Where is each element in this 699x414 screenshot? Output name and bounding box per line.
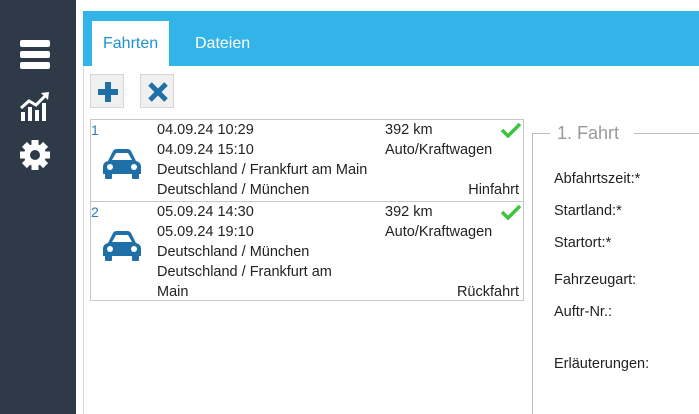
trip-vehicle: Auto/Kraftwagen xyxy=(385,224,493,240)
fieldset-border xyxy=(532,133,533,414)
fieldset-border xyxy=(532,133,550,134)
add-trip-button[interactable] xyxy=(90,74,124,108)
trip-depart: 05.09.24 14:30 xyxy=(157,204,254,220)
trip-distance: 392 km xyxy=(385,122,433,138)
trip-number: 1 xyxy=(91,122,99,138)
x-icon xyxy=(148,82,168,102)
trip-vehicle: Auto/Kraftwagen xyxy=(385,142,493,158)
trip-from: Deutschland / Frankfurt am Main xyxy=(157,162,368,178)
content-border xyxy=(83,66,84,414)
trip-arrive: 04.09.24 15:10 xyxy=(157,142,254,158)
trip-depart: 04.09.24 10:29 xyxy=(157,122,254,138)
trip-row[interactable]: 2 05.09.24 14:30 05.09.24 19:10 Deutschl… xyxy=(91,201,523,300)
label-order-number: Auftr-Nr.: xyxy=(554,304,613,320)
trip-distance: 392 km xyxy=(385,204,433,220)
check-icon xyxy=(500,204,522,220)
trip-row[interactable]: 1 04.09.24 10:29 04.09.24 15:10 Deutschl… xyxy=(91,120,523,200)
delete-trip-button[interactable] xyxy=(140,74,174,108)
form-legend: 1. Fahrt xyxy=(557,123,620,143)
trip-direction: Rückfahrt xyxy=(456,284,519,300)
tab-dateien[interactable]: Dateien xyxy=(184,21,261,66)
label-notes: Erläuterungen: xyxy=(554,356,650,372)
trip-to: Deutschland / Frankfurt am xyxy=(157,264,332,280)
car-icon xyxy=(103,231,141,261)
statistics-button[interactable] xyxy=(0,82,76,128)
trip-arrive: 05.09.24 19:10 xyxy=(157,224,254,240)
gear-icon xyxy=(20,140,50,170)
label-departure-time: Abfahrtszeit:* xyxy=(554,171,641,187)
trip-number: 2 xyxy=(91,204,99,220)
trip-to-continued: Main xyxy=(157,284,189,300)
fieldset-border xyxy=(634,133,699,134)
trip-list: 1 04.09.24 10:29 04.09.24 15:10 Deutschl… xyxy=(90,119,524,301)
trip-direction: Hinfahrt xyxy=(468,182,519,198)
plus-icon xyxy=(98,82,118,102)
label-vehicle-type: Fahrzeugart: xyxy=(554,272,637,288)
settings-button[interactable] xyxy=(0,132,76,178)
check-icon xyxy=(500,122,522,138)
chart-icon xyxy=(20,92,49,121)
sidebar xyxy=(0,0,76,414)
label-start-country: Startland:* xyxy=(554,203,622,219)
top-spacer xyxy=(76,0,699,11)
tab-fahrten[interactable]: Fahrten xyxy=(92,21,170,66)
tab-bar: Fahrten Dateien xyxy=(83,11,699,66)
trip-from: Deutschland / München xyxy=(157,244,310,260)
trip-to: Deutschland / München xyxy=(157,182,310,198)
menu-button[interactable] xyxy=(0,32,76,78)
menu-icon xyxy=(20,40,50,69)
label-start-city: Startort:* xyxy=(554,235,612,251)
car-icon xyxy=(103,149,141,179)
